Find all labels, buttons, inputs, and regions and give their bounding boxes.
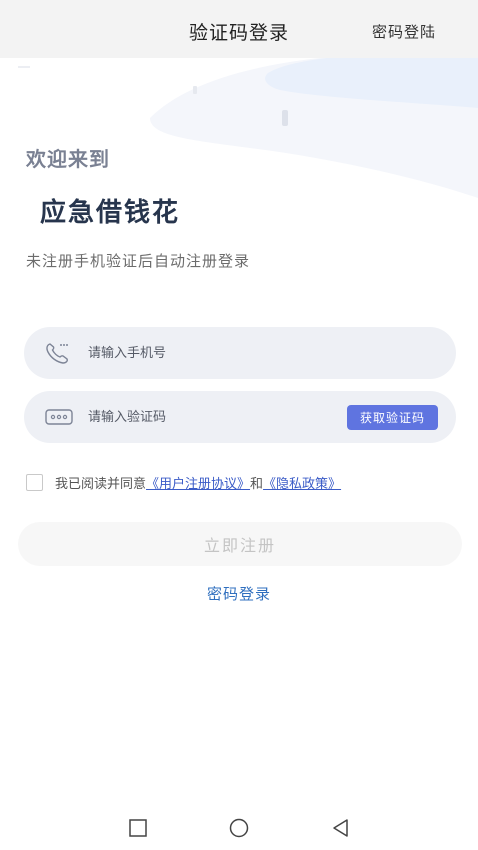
user-agreement-link[interactable]: 《用户注册协议》: [146, 473, 250, 492]
background-decoration: [18, 58, 478, 198]
top-bar: 验证码登录 密码登陆: [0, 0, 478, 58]
agreement-prefix: 我已阅读并同意: [55, 476, 147, 492]
welcome-text: 欢迎来到: [26, 147, 110, 171]
register-button[interactable]: 立即注册: [18, 522, 462, 566]
privacy-policy-link[interactable]: 《隐私政策》: [263, 473, 341, 492]
app-name: 应急借钱花: [40, 198, 181, 228]
home-icon[interactable]: [227, 816, 251, 840]
back-icon[interactable]: [329, 816, 353, 840]
phone-input[interactable]: [88, 327, 348, 379]
code-input[interactable]: [88, 391, 348, 443]
password-login-link[interactable]: 密码登录: [0, 583, 478, 604]
password-login-tab[interactable]: 密码登陆: [372, 21, 436, 42]
subtitle: 未注册手机验证后自动注册登录: [26, 252, 251, 270]
code-icon: [45, 409, 73, 425]
phone-field[interactable]: [24, 327, 456, 379]
agreement-and: 和: [250, 476, 264, 492]
phone-icon: [46, 343, 68, 364]
get-code-button[interactable]: 获取验证码: [347, 405, 438, 430]
code-field[interactable]: 获取验证码: [24, 391, 456, 443]
agreement-row: 我已阅读并同意 《用户注册协议》 和 《隐私政策》: [26, 472, 341, 492]
system-nav-bar: [0, 806, 478, 850]
agree-checkbox[interactable]: [26, 473, 43, 491]
recent-apps-icon[interactable]: [126, 816, 150, 840]
